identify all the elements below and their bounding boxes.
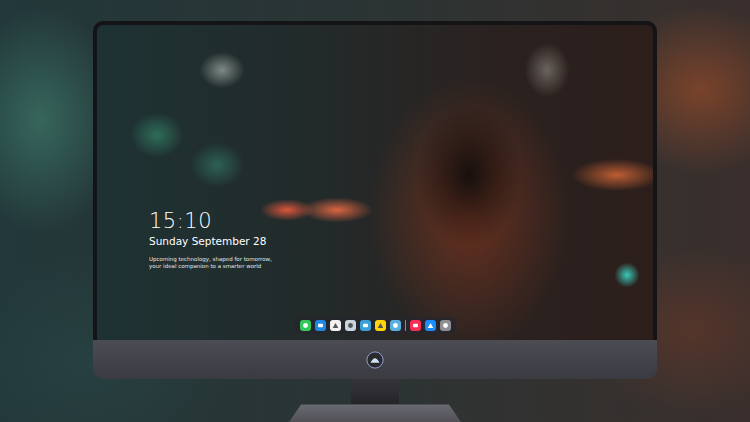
dock-item[interactable] — [390, 320, 401, 331]
dock-separator — [405, 320, 406, 331]
app-glyph-icon — [412, 322, 419, 329]
app-icon[interactable] — [375, 320, 386, 331]
caption-line: Upcoming technology, shaped for tomorrow… — [149, 256, 653, 263]
monitor-stand-base — [289, 404, 461, 422]
screen: 15:10 Sunday September 28 Upcoming technol… — [97, 25, 653, 340]
app-icon[interactable] — [440, 320, 451, 331]
monitor-stand-neck — [351, 379, 399, 404]
app-icon[interactable] — [390, 320, 401, 331]
app-glyph-icon — [347, 322, 354, 329]
app-icon[interactable] — [315, 320, 326, 331]
app-icon[interactable] — [410, 320, 421, 331]
lock-clock: 15:10 Sunday September 28 Upcoming technol… — [97, 25, 653, 270]
app-icon[interactable] — [425, 320, 436, 331]
app-glyph-icon — [317, 322, 324, 329]
app-icon[interactable] — [300, 320, 311, 331]
clock-time: 15:10 — [149, 209, 653, 233]
dock-item[interactable] — [425, 320, 436, 331]
monitor-chin — [93, 340, 657, 379]
desktop-mockup: 15:10 Sunday September 28 Upcoming technol… — [0, 0, 750, 422]
dock — [295, 317, 456, 334]
app-icon[interactable] — [330, 320, 341, 331]
app-glyph-icon — [427, 322, 434, 329]
app-glyph-icon — [302, 322, 309, 329]
brand-logo-icon — [366, 351, 384, 369]
dock-item[interactable] — [300, 320, 311, 331]
app-glyph-icon — [392, 322, 399, 329]
dock-item[interactable] — [360, 320, 371, 331]
dock-item[interactable] — [345, 320, 356, 331]
app-glyph-icon — [362, 322, 369, 329]
caption-line: your ideal companion to a smarter world — [149, 263, 653, 270]
dock-item — [405, 320, 406, 331]
monitor-frame: 15:10 Sunday September 28 Upcoming technol… — [93, 21, 657, 340]
app-icon[interactable] — [360, 320, 371, 331]
dock-item[interactable] — [440, 320, 451, 331]
app-glyph-icon — [332, 322, 339, 329]
dock-item[interactable] — [375, 320, 386, 331]
app-glyph-icon — [442, 322, 449, 329]
clock-caption: Upcoming technology, shaped for tomorrow… — [149, 256, 653, 270]
app-glyph-icon — [377, 322, 384, 329]
dock-item[interactable] — [315, 320, 326, 331]
dock-item[interactable] — [330, 320, 341, 331]
clock-date: Sunday September 28 — [149, 235, 653, 249]
app-icon[interactable] — [345, 320, 356, 331]
dock-item[interactable] — [410, 320, 421, 331]
